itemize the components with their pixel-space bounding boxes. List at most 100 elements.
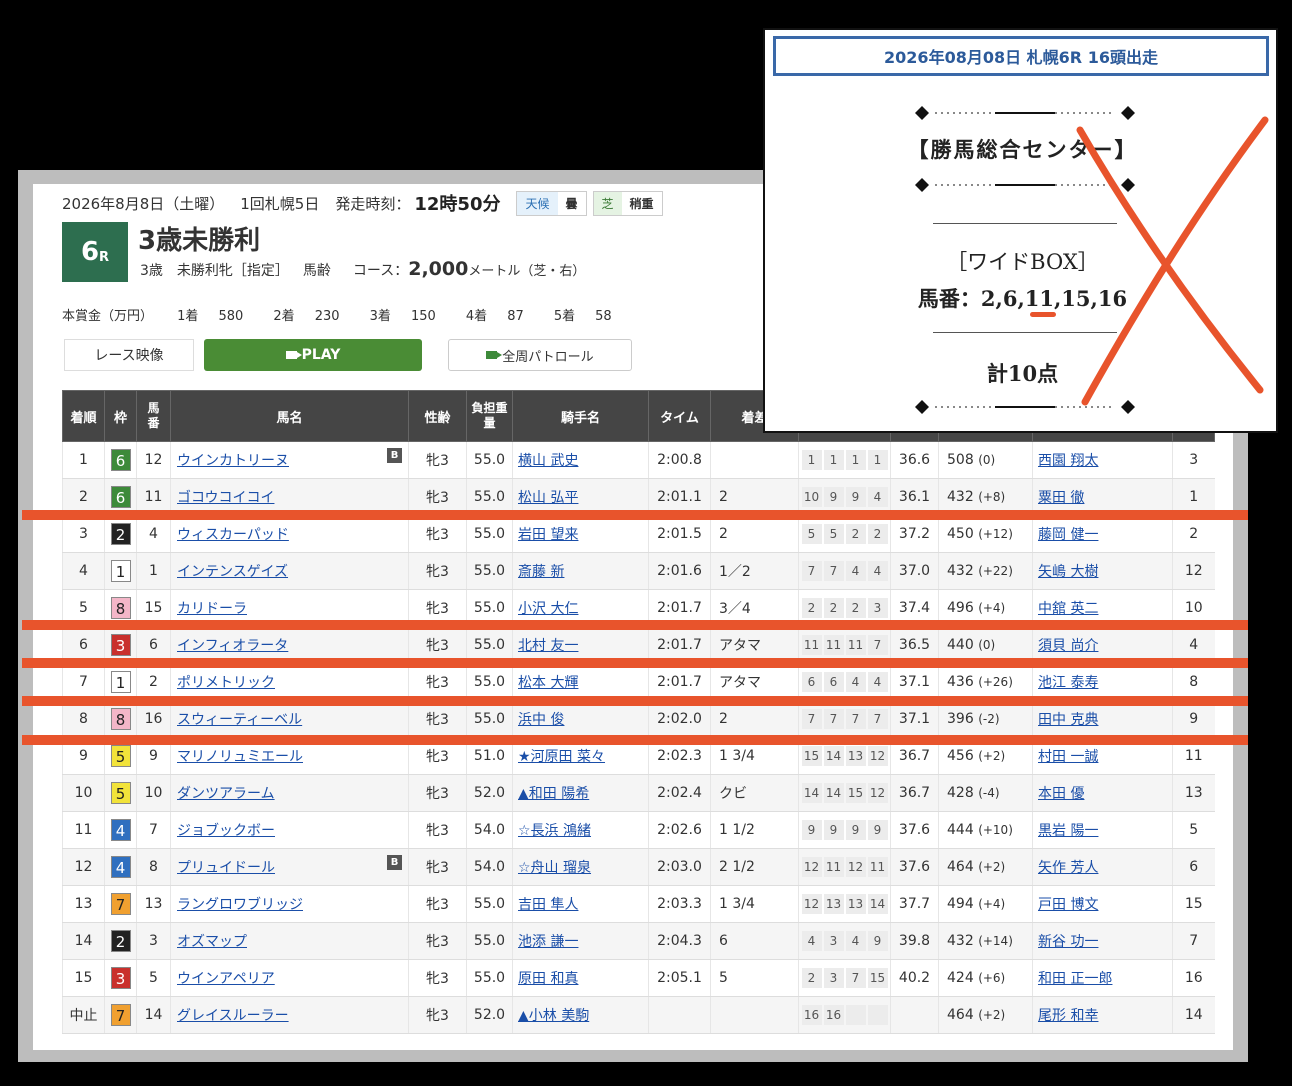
- jockey-link[interactable]: 原田 和真: [518, 971, 578, 987]
- trainer-link[interactable]: 村田 一誠: [1038, 749, 1098, 765]
- waku-badge: 6: [110, 449, 131, 471]
- jockey-cell: ▲和田 陽希: [512, 774, 649, 812]
- race-info-line: 2026年8月8日（土曜） 1回札幌5日 発走時刻： 12時50分 天候曇 芝稍…: [62, 190, 663, 216]
- horse-name-link[interactable]: インテンスゲイズ: [177, 564, 288, 580]
- trainer-link[interactable]: 藤岡 健一: [1038, 527, 1098, 543]
- horse-name-link[interactable]: ウインアペリア: [177, 971, 275, 987]
- passing-cell: 5522: [798, 515, 891, 553]
- margin: 1／2: [710, 552, 799, 590]
- trainer-link[interactable]: 田中 克典: [1038, 712, 1098, 728]
- patrol-video-button[interactable]: 全周パトロール: [448, 339, 632, 371]
- jockey-link[interactable]: 池添 謙一: [518, 934, 578, 950]
- column-header: 馬番: [136, 390, 171, 442]
- carried-weight: 52.0: [466, 774, 513, 812]
- table-row: 8 8 16 スウィーティーベル 牝3 55.0 浜中 俊 2:02.0 2 7 7 7 7 37.1 39…: [62, 700, 1215, 738]
- jockey-link[interactable]: ☆長浜 鴻緒: [518, 823, 591, 839]
- passing-order: 2: [801, 598, 822, 618]
- jockey-link[interactable]: 吉田 隼人: [518, 897, 578, 913]
- jockey-link[interactable]: 松本 大輝: [518, 675, 578, 691]
- horse-name-link[interactable]: ゴコウコイコイ: [177, 490, 274, 506]
- horse-number: 1: [136, 552, 171, 590]
- finish-time: 2:01.6: [648, 552, 711, 590]
- jockey-link[interactable]: 小沢 大仁: [518, 601, 578, 617]
- horse-name-link[interactable]: ジョブックボー: [177, 823, 275, 839]
- waku-badge: 8: [110, 597, 131, 619]
- results-table: 着順枠馬番馬名性齢負担重量騎手名タイム着差通過順位上り馬体重調教師人気 1612…: [62, 390, 1215, 1034]
- passing-order: 6: [801, 672, 822, 692]
- finish-time: 2:05.1: [648, 959, 711, 997]
- passing-order: 9: [867, 820, 888, 840]
- passing-order: 12: [867, 783, 888, 803]
- passing-cell: 7777: [798, 700, 891, 738]
- trainer-link[interactable]: 池江 泰寿: [1038, 675, 1098, 691]
- horse-name-link[interactable]: ウィスカーパッド: [177, 527, 289, 543]
- video-camera-icon: [486, 351, 503, 359]
- jockey-link[interactable]: 浜中 俊: [518, 712, 564, 728]
- jockey-link[interactable]: ★河原田 菜々: [518, 749, 605, 765]
- trainer-link[interactable]: 矢作 芳人: [1038, 860, 1098, 876]
- jockey-link[interactable]: ▲小林 美駒: [518, 1008, 589, 1024]
- horse-name-link[interactable]: ダンツアラーム: [177, 786, 275, 802]
- jockey-link[interactable]: ☆舟山 瑠泉: [518, 860, 591, 876]
- passing-order: [867, 1005, 888, 1025]
- horse-name-cell: グレイスルーラー: [170, 996, 409, 1034]
- waku-cell: 1: [104, 552, 137, 590]
- last-3f: [890, 996, 939, 1034]
- margin: クビ: [710, 774, 799, 812]
- jockey-link[interactable]: 横山 武史: [518, 453, 578, 469]
- horse-name-link[interactable]: オズマップ: [177, 934, 247, 950]
- horse-name-link[interactable]: プリュイドール: [177, 860, 275, 876]
- play-button[interactable]: PLAY: [204, 339, 422, 371]
- trainer-link[interactable]: 粟田 徹: [1038, 490, 1084, 506]
- trainer-link[interactable]: 須貝 尚介: [1038, 638, 1098, 654]
- trainer-link[interactable]: 中舘 英二: [1038, 601, 1098, 617]
- waku-cell: 7: [104, 996, 137, 1034]
- jockey-link[interactable]: 岩田 望来: [518, 527, 578, 543]
- jockey-link[interactable]: 松山 弘平: [518, 490, 578, 506]
- jockey-link[interactable]: ▲和田 陽希: [518, 786, 589, 802]
- race-video-button[interactable]: レース映像: [64, 339, 194, 371]
- jockey-link[interactable]: 北村 友一: [518, 638, 578, 654]
- trainer-link[interactable]: 尾形 和幸: [1038, 1008, 1098, 1024]
- jockey-cell: 原田 和真: [512, 959, 649, 997]
- waku-badge: 3: [110, 634, 131, 656]
- horse-name-link[interactable]: ウインカトリーヌ: [177, 453, 289, 469]
- trainer-link[interactable]: 戸田 博文: [1038, 897, 1098, 913]
- passing-order: 9: [845, 820, 866, 840]
- horse-name-link[interactable]: カリドーラ: [177, 601, 247, 617]
- finish-time: 2:01.7: [648, 663, 711, 701]
- horse-name-link[interactable]: マリノリュミエール: [177, 749, 303, 765]
- margin: 2: [710, 515, 799, 553]
- passing-order: 7: [867, 635, 888, 655]
- horse-name-link[interactable]: スウィーティーベル: [177, 712, 302, 728]
- body-weight: 424 (+6): [938, 959, 1033, 997]
- horse-number: 8: [136, 848, 171, 886]
- body-weight: 396 (-2): [938, 700, 1033, 738]
- table-row: 15 3 5 ウインアペリア 牝3 55.0 原田 和真 2:05.1 5 2 3 7 15 40.2 42…: [62, 959, 1215, 997]
- waku-badge: 6: [110, 486, 131, 508]
- horse-name-link[interactable]: グレイスルーラー: [177, 1008, 289, 1024]
- horse-name-link[interactable]: ラングロワブリッジ: [177, 897, 303, 913]
- horse-name-link[interactable]: インフィオラータ: [177, 638, 288, 654]
- trainer-link[interactable]: 和田 正一郎: [1038, 971, 1112, 987]
- passing-cell: 12 13 13 14: [798, 885, 891, 923]
- finish-position: 4: [62, 552, 105, 590]
- popularity: 12: [1172, 552, 1215, 590]
- finish-time: 2:02.6: [648, 811, 711, 849]
- horse-number: 13: [136, 885, 171, 923]
- horse-name-cell: ウインアペリア: [170, 959, 409, 997]
- trainer-link[interactable]: 矢嶋 大樹: [1038, 564, 1098, 580]
- passing-order: 4: [845, 931, 866, 951]
- passing-order: 2: [845, 598, 866, 618]
- popularity: 16: [1172, 959, 1215, 997]
- passing-order: 4: [867, 487, 888, 507]
- jockey-link[interactable]: 斎藤 新: [518, 564, 564, 580]
- trainer-link[interactable]: 黒岩 陽一: [1038, 823, 1098, 839]
- trainer-link[interactable]: 西園 翔太: [1038, 453, 1098, 469]
- margin: アタマ: [710, 663, 799, 701]
- trainer-link[interactable]: 本田 優: [1038, 786, 1084, 802]
- horse-name-cell: インテンスゲイズ: [170, 552, 409, 590]
- trainer-link[interactable]: 新谷 功一: [1038, 934, 1098, 950]
- finish-position: 14: [62, 922, 105, 960]
- horse-name-link[interactable]: ポリメトリック: [177, 675, 275, 691]
